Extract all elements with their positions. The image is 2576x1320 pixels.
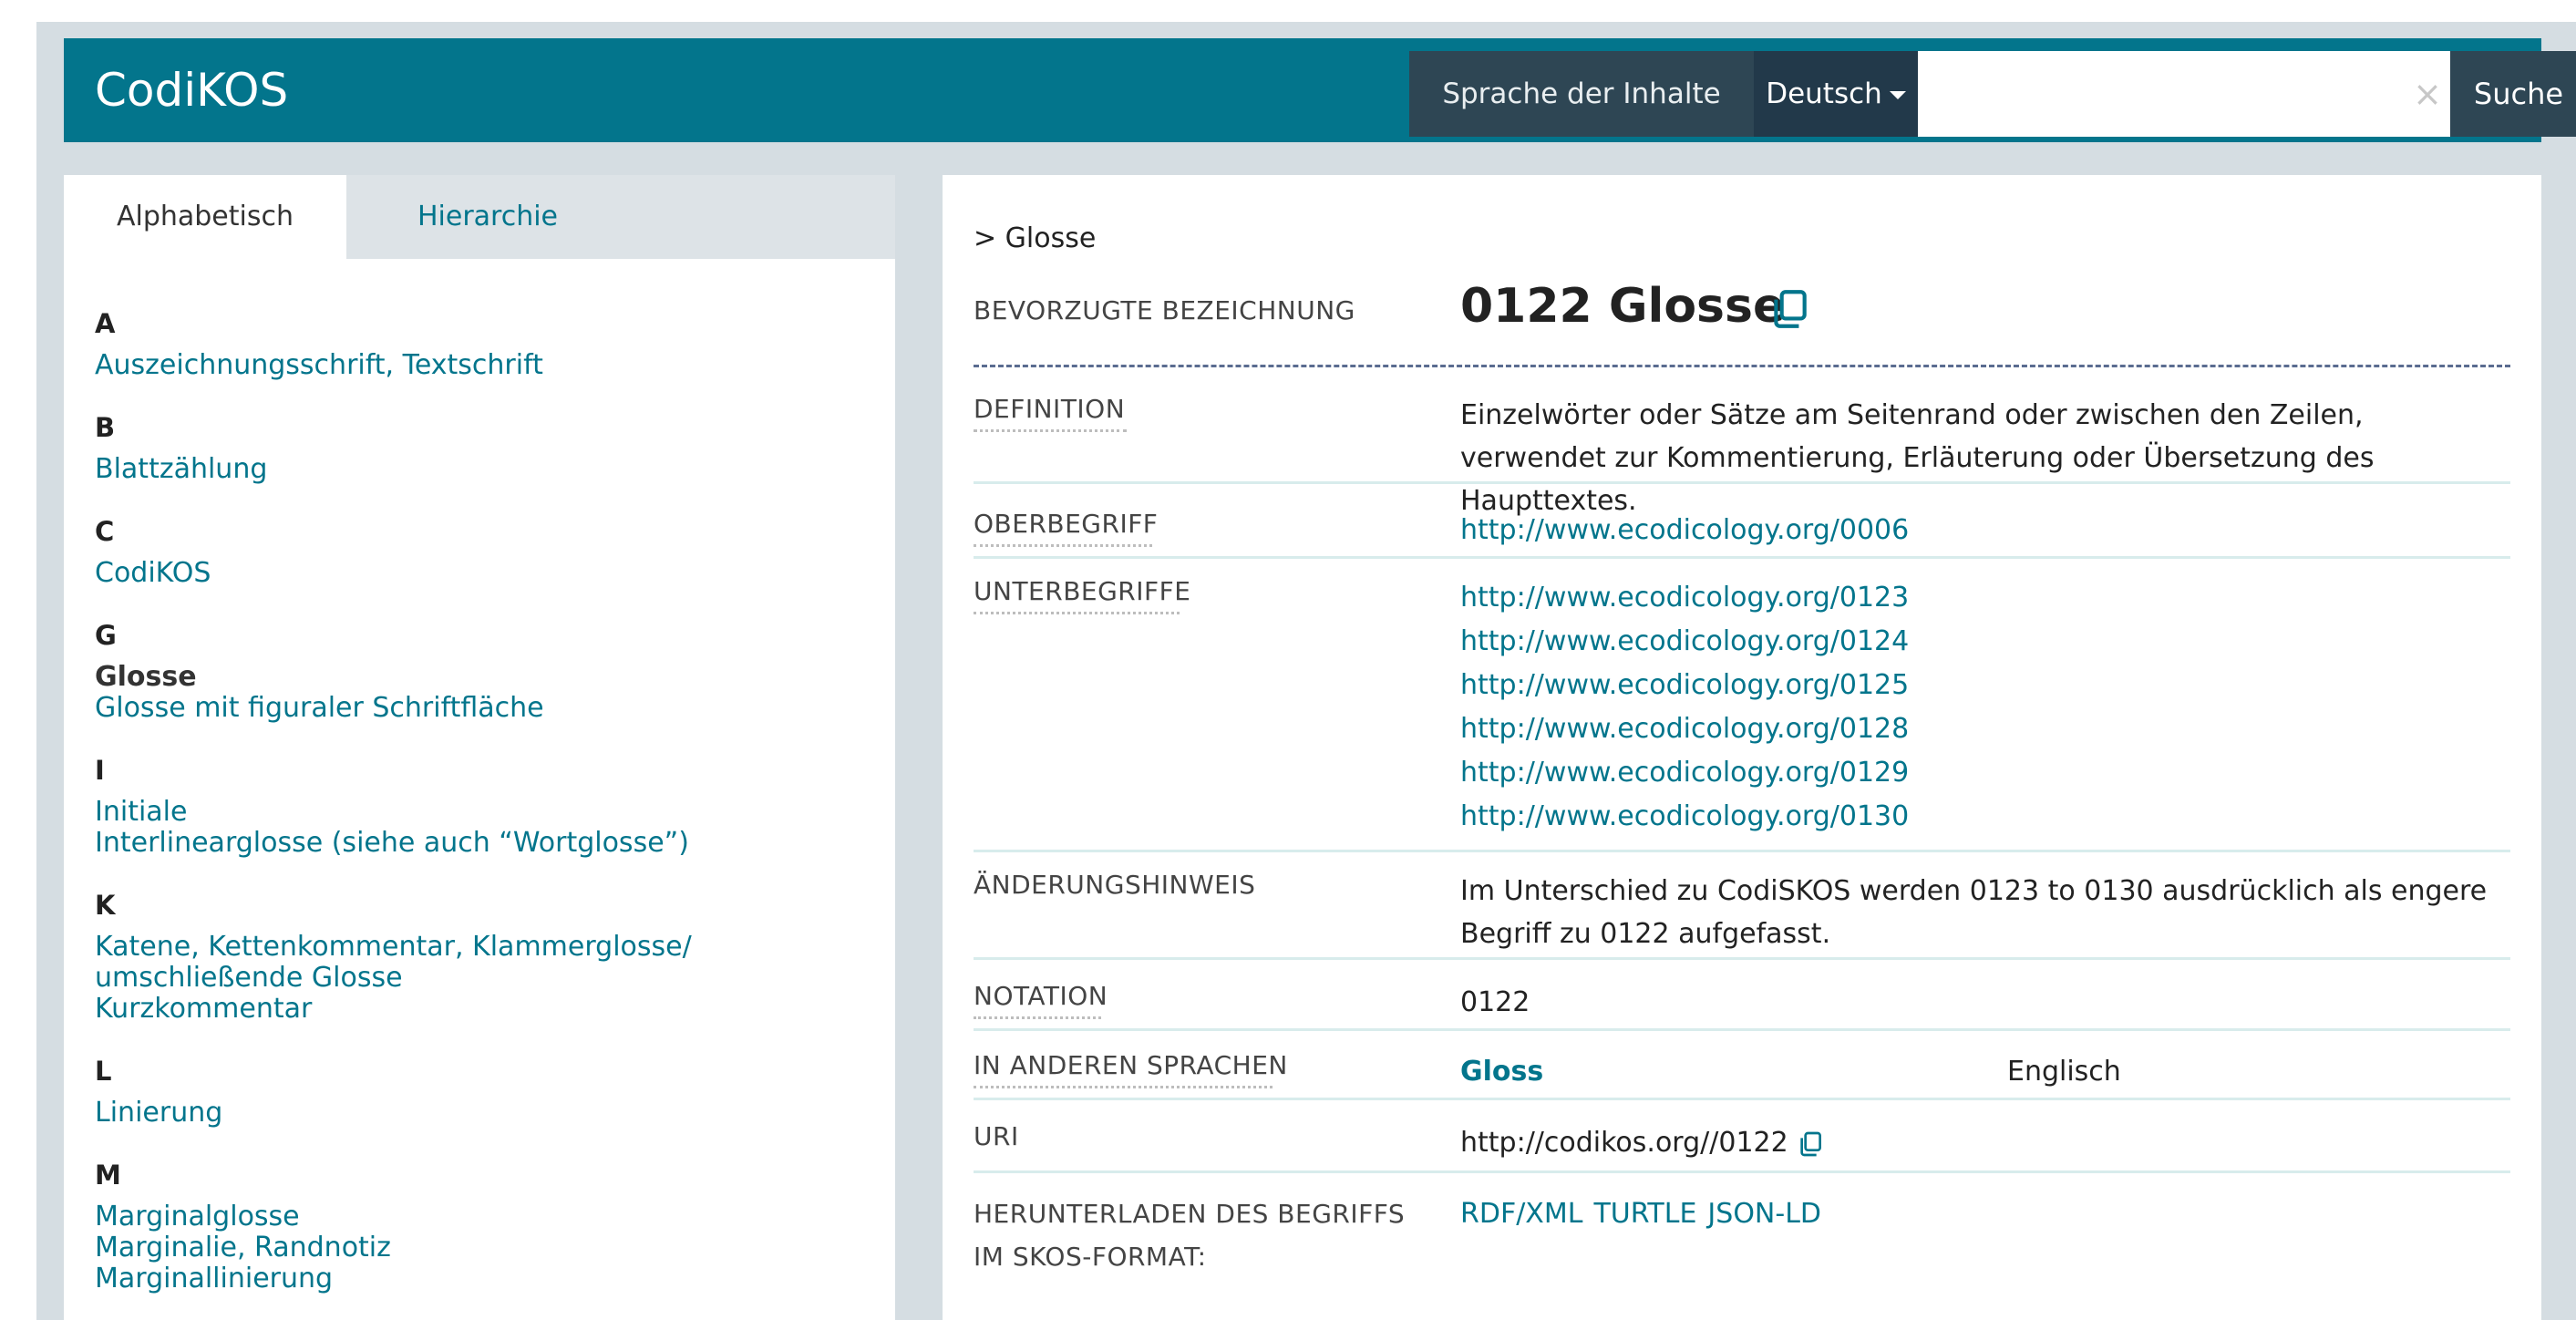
letter-group-g: G Glosse Glosse mit figuraler Schriftflä… <box>95 609 888 724</box>
list-item[interactable]: Glosse mit figuraler Schriftfläche <box>95 693 888 724</box>
list-item-current: Glosse <box>95 661 197 693</box>
other-languages-row: IN ANDEREN SPRACHEN Gloss Englisch <box>974 1050 2510 1100</box>
broader-link[interactable]: http://www.ecodicology.org/0006 <box>1460 509 2510 552</box>
letter-group-k: K Katene, Kettenkommentar, Klammerglosse… <box>95 879 888 1025</box>
uri-value-wrap: http://codikos.org//0122 <box>1460 1121 2510 1164</box>
other-languages-value: Gloss Englisch <box>1460 1050 2510 1093</box>
download-jsonld-link[interactable]: JSON-LD <box>1707 1192 1821 1235</box>
notation-value: 0122 <box>1460 986 1530 1018</box>
list-item[interactable]: CodiKOS <box>95 558 888 589</box>
brand-logo[interactable]: CodiKOS <box>95 38 288 142</box>
letter-heading: K <box>95 890 116 921</box>
content-language-label: Sprache der Inhalte <box>1409 51 1754 137</box>
concept-panel: > Glosse BEVORZUGTE BEZEICHNUNG 0122 Glo… <box>943 175 2541 1320</box>
definition-value: Einzelwörter oder Sätze am Seitenrand od… <box>1460 399 2375 517</box>
narrower-link[interactable]: http://www.ecodicology.org/0130 <box>1460 795 2510 839</box>
list-item[interactable]: Linierung <box>95 1098 888 1129</box>
breadcrumb: > Glosse <box>974 222 1097 254</box>
broader-label: OBERBEGRIFF <box>974 509 1158 547</box>
language-dropdown[interactable]: Deutsch <box>1754 51 1918 137</box>
narrower-values: http://www.ecodicology.org/0123 http://w… <box>1460 576 2510 839</box>
narrower-link[interactable]: http://www.ecodicology.org/0123 <box>1460 576 2510 620</box>
search-input[interactable] <box>1918 51 2450 137</box>
letter-heading: G <box>95 620 117 651</box>
narrower-row: UNTERBEGRIFFE http://www.ecodicology.org… <box>974 576 2510 852</box>
narrower-label: UNTERBEGRIFFE <box>974 576 1190 614</box>
uri-label: URI <box>974 1121 1019 1151</box>
letter-heading: I <box>95 755 105 786</box>
copy-icon[interactable] <box>1767 286 1812 332</box>
change-note-label: ÄNDERUNGSHINWEIS <box>974 870 1256 900</box>
list-item[interactable]: Marginalie, Randnotiz <box>95 1232 888 1263</box>
other-language-term[interactable]: Gloss <box>1460 1056 1543 1088</box>
letter-heading: L <box>95 1056 112 1087</box>
letter-group-b: B Blattzählung <box>95 401 888 485</box>
letter-group-l: L Linierung <box>95 1045 888 1129</box>
tab-hierarchy[interactable]: Hierarchie <box>346 175 629 259</box>
notation-label: NOTATION <box>974 981 1108 1019</box>
narrower-link[interactable]: http://www.ecodicology.org/0124 <box>1460 620 2510 664</box>
chevron-down-icon <box>1889 91 1906 99</box>
preferred-label-heading: BEVORZUGTE BEZEICHNUNG <box>974 295 1355 325</box>
uri-value: http://codikos.org//0122 <box>1460 1127 1788 1159</box>
letter-heading: B <box>95 412 116 443</box>
letter-group-i: I Initiale Interlinearglosse (siehe auch… <box>95 744 888 859</box>
search-button[interactable]: Suche <box>2450 51 2576 137</box>
other-language-name: Englisch <box>2007 1056 2121 1088</box>
notation-row: NOTATION 0122 <box>974 981 2510 1031</box>
change-note-row: ÄNDERUNGSHINWEIS Im Unterschied zu CodiS… <box>974 870 2510 960</box>
broader-row: OBERBEGRIFF http://www.ecodicology.org/0… <box>974 509 2510 559</box>
download-rdfxml-link[interactable]: RDF/XML <box>1460 1192 1582 1235</box>
copy-icon[interactable] <box>1796 1129 1825 1159</box>
list-item[interactable]: Marginalglosse <box>95 1201 888 1232</box>
download-turtle-link[interactable]: TURTLE <box>1593 1192 1696 1235</box>
list-item[interactable]: Blattzählung <box>95 454 888 485</box>
language-selected: Deutsch <box>1766 77 1882 110</box>
list-item[interactable]: Marginallinierung <box>95 1263 888 1294</box>
definition-row: DEFINITION Einzelwörter oder Sätze am Se… <box>974 394 2510 517</box>
list-item[interactable]: Initiale <box>95 797 888 828</box>
uri-row: URI http://codikos.org//0122 <box>974 1121 2510 1173</box>
change-note-value: Im Unterschied zu CodiSKOS werden 0123 t… <box>1460 875 2488 950</box>
letter-group-m: M Marginalglosse Marginalie, Randnotiz M… <box>95 1149 888 1294</box>
tab-alphabetical[interactable]: Alphabetisch <box>64 175 346 259</box>
definition-label: DEFINITION <box>974 394 1127 432</box>
download-label: HERUNTERLADEN DES BEGRIFFS IM SKOS-FORMAT… <box>974 1199 1406 1272</box>
divider <box>974 365 2510 367</box>
list-item[interactable]: Interlinearglosse (siehe auch “Wortgloss… <box>95 828 888 859</box>
list-item[interactable]: Auszeichnungsschrift, Textschrift <box>95 350 888 381</box>
narrower-link[interactable]: http://www.ecodicology.org/0129 <box>1460 751 2510 795</box>
other-languages-label: IN ANDEREN SPRACHEN <box>974 1050 1288 1088</box>
alphabetical-list: A Auszeichnungsschrift, Textschrift B Bl… <box>95 297 888 1315</box>
narrower-link[interactable]: http://www.ecodicology.org/0128 <box>1460 707 2510 751</box>
letter-heading: C <box>95 516 115 547</box>
sidebar: Alphabetisch Hierarchie A Auszeichnungss… <box>64 175 895 1320</box>
clear-search-icon[interactable]: × <box>2405 51 2450 137</box>
letter-heading: A <box>95 308 116 339</box>
list-item[interactable]: Katene, Kettenkommentar, Klammerglosse/ … <box>95 932 888 994</box>
header-bar: CodiKOS Sprache der Inhalte Deutsch × Su… <box>64 38 2576 142</box>
narrower-link[interactable]: http://www.ecodicology.org/0125 <box>1460 664 2510 707</box>
letter-group-a: A Auszeichnungsschrift, Textschrift <box>95 297 888 381</box>
list-item[interactable]: Kurzkommentar <box>95 994 888 1025</box>
download-row: HERUNTERLADEN DES BEGRIFFS IM SKOS-FORMAT… <box>974 1192 2510 1284</box>
download-links: RDF/XML TURTLE JSON-LD <box>1460 1192 2510 1235</box>
letter-heading: M <box>95 1160 121 1191</box>
page-title: 0122 Glosse <box>1460 279 1786 334</box>
sidebar-tabs: Alphabetisch Hierarchie <box>64 175 895 259</box>
letter-group-c: C CodiKOS <box>95 505 888 589</box>
broader-value-wrap: http://www.ecodicology.org/0006 <box>1460 509 2510 552</box>
